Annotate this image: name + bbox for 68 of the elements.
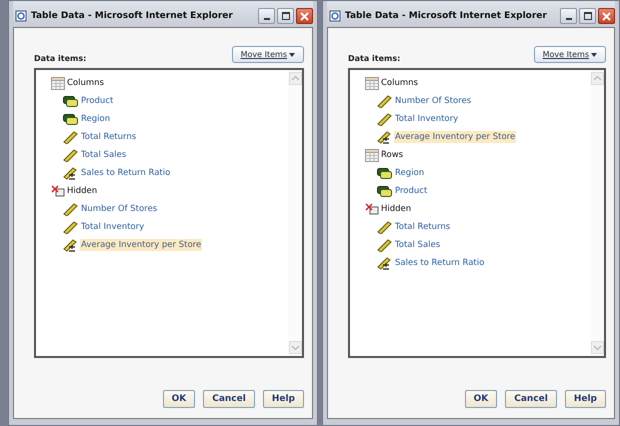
data-item[interactable]: Total Inventory: [80, 221, 146, 233]
caret-icon: [591, 52, 597, 56]
ruler-icon: [377, 112, 392, 126]
group-label[interactable]: Rows: [381, 150, 404, 160]
ruler-icon: [63, 148, 78, 162]
data-item[interactable]: Total Inventory: [394, 113, 460, 125]
maximize-button[interactable]: [579, 8, 596, 24]
calculated-ruler-icon: [377, 130, 392, 144]
data-item[interactable]: Sales to Return Ratio: [394, 257, 486, 269]
window-title: Table Data - Microsoft Internet Explorer: [345, 11, 547, 21]
data-item[interactable]: Product: [394, 185, 428, 197]
data-item[interactable]: Total Returns: [394, 221, 452, 233]
dimension-icon: [63, 114, 78, 124]
calculated-ruler-icon: [377, 256, 392, 270]
dimension-icon: [377, 168, 392, 178]
dimension-icon: [377, 186, 392, 196]
dimension-icon: [63, 96, 78, 106]
close-icon: [300, 12, 309, 20]
maximize-icon: [282, 12, 290, 20]
move-items-button[interactable]: Move Items: [232, 46, 304, 63]
caret-icon: [289, 52, 295, 56]
table-icon: [51, 76, 65, 90]
minimize-button[interactable]: [560, 8, 577, 24]
data-item[interactable]: Average Inventory per Store: [80, 239, 202, 251]
hidden-folder-icon: [51, 184, 65, 198]
dialog-button[interactable]: Cancel: [505, 390, 557, 408]
calculated-ruler-icon: [63, 238, 78, 252]
data-item[interactable]: Sales to Return Ratio: [80, 167, 172, 179]
data-items-label: Data items:: [34, 54, 86, 63]
window-title: Table Data - Microsoft Internet Explorer: [31, 11, 233, 21]
group-label[interactable]: Columns: [381, 78, 418, 88]
table-icon: [365, 148, 379, 162]
group-label[interactable]: Hidden: [67, 186, 98, 196]
dialog-button[interactable]: OK: [464, 390, 498, 408]
data-item[interactable]: Total Sales: [394, 239, 442, 251]
data-item[interactable]: Total Sales: [80, 149, 128, 161]
hidden-folder-icon: [365, 202, 379, 216]
data-item[interactable]: Total Returns: [80, 131, 138, 143]
calculated-ruler-icon: [63, 166, 78, 180]
group-label[interactable]: Hidden: [381, 204, 412, 214]
dialog-button[interactable]: Cancel: [203, 390, 255, 408]
close-button[interactable]: [296, 8, 313, 24]
data-item[interactable]: Product: [80, 95, 114, 107]
close-button[interactable]: [598, 8, 615, 24]
dialog-button[interactable]: Help: [564, 390, 606, 408]
data-items-label: Data items:: [348, 54, 400, 63]
data-item[interactable]: Region: [394, 167, 426, 179]
table-icon: [365, 76, 379, 90]
dialog-button[interactable]: Help: [262, 390, 304, 408]
data-item[interactable]: Number Of Stores: [394, 95, 472, 107]
ruler-icon: [377, 220, 392, 234]
group-label[interactable]: Columns: [67, 78, 104, 88]
dialog-button[interactable]: OK: [162, 390, 196, 408]
page-icon: [15, 10, 27, 22]
data-item[interactable]: Region: [80, 113, 112, 125]
close-icon: [602, 12, 611, 20]
ruler-icon: [63, 202, 78, 216]
ruler-icon: [63, 130, 78, 144]
minimize-button[interactable]: [258, 8, 275, 24]
move-items-button[interactable]: Move Items: [534, 46, 606, 63]
maximize-icon: [584, 12, 592, 20]
ruler-icon: [377, 238, 392, 252]
data-item[interactable]: Number Of Stores: [80, 203, 158, 215]
ruler-icon: [63, 220, 78, 234]
maximize-button[interactable]: [277, 8, 294, 24]
data-item[interactable]: Average Inventory per Store: [394, 131, 516, 143]
ruler-icon: [377, 94, 392, 108]
page-icon: [329, 10, 341, 22]
